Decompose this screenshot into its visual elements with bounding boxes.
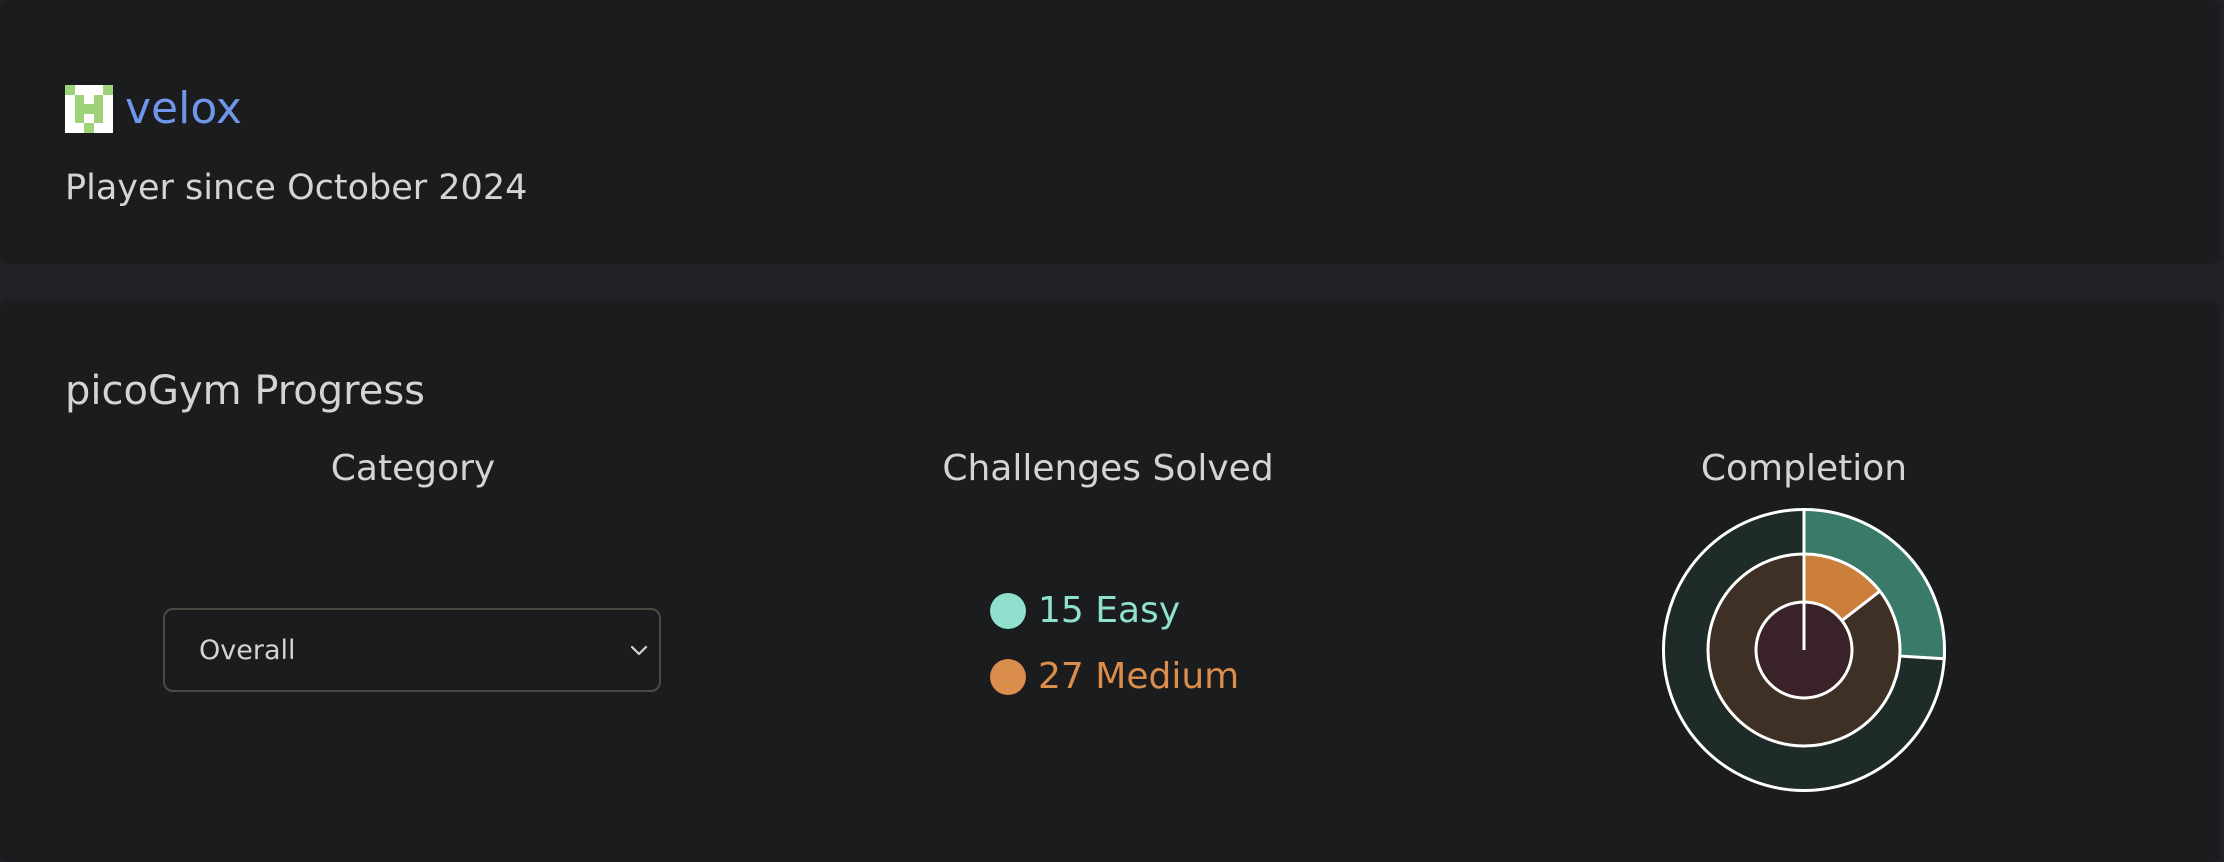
avatar <box>65 85 113 133</box>
medium-label: 27 Medium <box>1038 656 1240 697</box>
category-select[interactable]: Overall <box>163 608 661 692</box>
player-since: Player since October 2024 <box>65 168 528 208</box>
profile-card: velox Player since October 2024 <box>0 0 2220 264</box>
legend-item-medium: 27 Medium <box>990 656 1239 697</box>
category-select-value: Overall <box>199 634 296 666</box>
completion-donut-chart <box>1661 508 1946 792</box>
username-link[interactable]: velox <box>125 84 242 134</box>
easy-dot <box>990 592 1026 629</box>
chevron-down-icon <box>630 645 648 656</box>
progress-card: picoGym Progress Category Challenges Sol… <box>0 300 2220 862</box>
medium-dot <box>990 658 1026 695</box>
user-row: velox <box>65 84 242 134</box>
completion-heading: Completion <box>1700 448 1908 489</box>
challenges-solved-heading: Challenges Solved <box>942 448 1274 489</box>
category-heading: Category <box>330 448 496 489</box>
section-title: picoGym Progress <box>65 368 426 414</box>
legend-item-easy: 15 Easy <box>990 590 1180 631</box>
easy-label: 15 Easy <box>1038 590 1181 631</box>
